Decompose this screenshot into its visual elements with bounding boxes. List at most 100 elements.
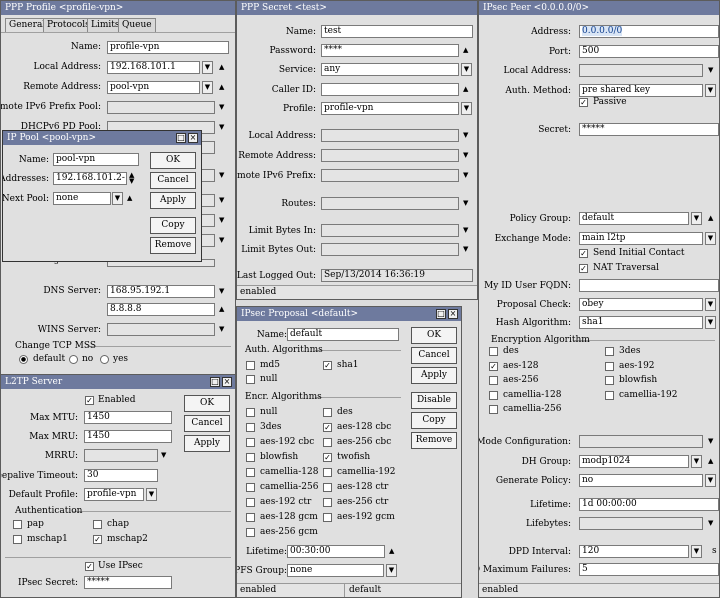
pool-addresses-field[interactable]: 192.168.101.2-192 bbox=[53, 172, 127, 185]
tab-queue[interactable]: Queue bbox=[118, 18, 156, 32]
local-address-dropdown[interactable]: ▼ bbox=[202, 61, 213, 74]
proposal-remove-button[interactable]: Remove bbox=[411, 432, 457, 449]
wins-server-expand-icon[interactable]: ▼ bbox=[219, 323, 224, 336]
filter-expand-icon-2[interactable]: ▼ bbox=[219, 194, 224, 207]
filter-field-4[interactable] bbox=[201, 234, 215, 247]
remote-address-dropdown[interactable]: ▼ bbox=[202, 81, 213, 94]
encr-camellia-192-checkbox[interactable] bbox=[323, 468, 332, 477]
password-field[interactable]: **** bbox=[321, 44, 459, 57]
close-icon[interactable]: × bbox=[222, 377, 232, 387]
mss-no-radio[interactable] bbox=[69, 355, 78, 364]
pool-remove-button[interactable]: Remove bbox=[150, 237, 196, 254]
caller-id-field[interactable] bbox=[321, 83, 459, 96]
peer-lifetime-field[interactable]: 1d 00:00:00 bbox=[579, 498, 719, 511]
encr-des-checkbox[interactable] bbox=[323, 408, 332, 417]
proposal-disable-button[interactable]: Disable bbox=[411, 392, 457, 409]
proposal-check-field[interactable]: obey bbox=[579, 298, 703, 311]
policy-group-field[interactable]: default bbox=[579, 212, 689, 225]
peer-enc-camellia-128-checkbox[interactable] bbox=[489, 390, 498, 400]
dpd-max-failures-field[interactable]: 5 bbox=[579, 563, 719, 576]
send-initial-contact-checkbox[interactable]: ✓ bbox=[579, 249, 588, 258]
pap-checkbox[interactable] bbox=[13, 520, 22, 529]
keepalive-field[interactable]: 30 bbox=[84, 469, 158, 482]
mrru-field[interactable] bbox=[84, 449, 158, 462]
limit-bytes-out-expand-icon[interactable]: ▼ bbox=[463, 243, 468, 256]
encr-aes-256-cbc-checkbox[interactable] bbox=[323, 438, 332, 447]
peer-enc-camellia-256-checkbox[interactable] bbox=[489, 405, 498, 414]
encr-aes-192-gcm-checkbox[interactable] bbox=[323, 513, 332, 522]
mss-default-radio[interactable]: ● bbox=[19, 355, 28, 364]
nat-traversal-checkbox[interactable]: ✓ bbox=[579, 264, 588, 273]
peer-enc-camellia-192-checkbox[interactable] bbox=[605, 390, 614, 400]
peer-local-address-expand-icon[interactable]: ▼ bbox=[708, 64, 713, 77]
my-id-user-fqdn-field[interactable] bbox=[579, 279, 719, 292]
encr-3des-checkbox[interactable] bbox=[246, 423, 255, 432]
dpd-interval-dropdown[interactable]: ▼ bbox=[691, 545, 702, 558]
policy-group-collapse-icon[interactable]: ▲ bbox=[708, 212, 713, 225]
generate-policy-dropdown[interactable]: ▼ bbox=[705, 474, 716, 487]
encr-aes-128-cbc-checkbox[interactable]: ✓ bbox=[323, 423, 332, 432]
policy-group-dropdown[interactable]: ▼ bbox=[691, 212, 702, 225]
proposal-lifetime-collapse-icon[interactable]: ▲ bbox=[389, 545, 394, 558]
default-profile-dropdown[interactable]: ▼ bbox=[146, 488, 157, 501]
max-mru-field[interactable]: 1450 bbox=[84, 430, 172, 443]
filter-expand-icon-3[interactable]: ▼ bbox=[219, 214, 224, 227]
auth-method-field[interactable]: pre shared key bbox=[579, 84, 703, 97]
encr-aes-128-gcm-checkbox[interactable] bbox=[246, 513, 255, 522]
peer-enc-aes-256-checkbox[interactable] bbox=[489, 376, 498, 385]
dh-group-field[interactable]: modp1024 bbox=[579, 455, 689, 468]
ipv6-pool-expand-icon[interactable]: ▼ bbox=[219, 101, 224, 114]
peer-port-field[interactable]: 500 bbox=[579, 45, 719, 58]
profile-dropdown[interactable]: ▼ bbox=[461, 102, 472, 115]
dh-group-dropdown[interactable]: ▼ bbox=[691, 455, 702, 468]
proposal-cancel-button[interactable]: Cancel bbox=[411, 347, 457, 364]
dns-server-1-field[interactable]: 168.95.192.1 bbox=[107, 285, 215, 298]
mrru-expand-icon[interactable]: ▼ bbox=[161, 449, 166, 462]
encr-null-checkbox[interactable] bbox=[246, 408, 255, 417]
proposal-name-field[interactable]: default bbox=[287, 328, 399, 341]
max-mtu-field[interactable]: 1450 bbox=[84, 411, 172, 424]
next-pool-collapse-icon[interactable]: ▲ bbox=[127, 192, 132, 205]
sha1-checkbox[interactable]: ✓ bbox=[323, 361, 332, 370]
secret-local-address-field[interactable] bbox=[321, 129, 459, 142]
lifebytes-field[interactable] bbox=[579, 517, 703, 530]
limit-bytes-in-expand-icon[interactable]: ▼ bbox=[463, 224, 468, 237]
mschap2-checkbox[interactable]: ✓ bbox=[93, 535, 102, 544]
encr-camellia-128-checkbox[interactable] bbox=[246, 468, 255, 477]
peer-enc-aes-192-checkbox[interactable] bbox=[605, 361, 614, 371]
routes-expand-icon[interactable]: ▼ bbox=[463, 197, 468, 210]
peer-enc-des-checkbox[interactable] bbox=[489, 347, 498, 356]
local-address-field[interactable]: 192.168.101.1 bbox=[107, 61, 200, 74]
local-address-collapse-icon[interactable]: ▲ bbox=[219, 61, 224, 74]
proposal-check-dropdown[interactable]: ▼ bbox=[705, 298, 716, 311]
exchange-mode-dropdown[interactable]: ▼ bbox=[705, 232, 716, 245]
dpd-interval-field[interactable]: 120 bbox=[579, 545, 689, 558]
encr-aes-192-cbc-checkbox[interactable] bbox=[246, 438, 255, 447]
chap-checkbox[interactable] bbox=[93, 520, 102, 529]
pool-cancel-button[interactable]: Cancel bbox=[150, 172, 196, 189]
secret-name-field[interactable]: test bbox=[321, 25, 473, 38]
l2tp-apply-button[interactable]: Apply bbox=[184, 435, 230, 452]
passive-checkbox[interactable]: ✓ bbox=[579, 98, 588, 107]
ipv6-pool-field[interactable] bbox=[107, 101, 215, 114]
dh-group-collapse-icon[interactable]: ▲ bbox=[708, 455, 713, 468]
l2tp-cancel-button[interactable]: Cancel bbox=[184, 415, 230, 432]
filter-field-1[interactable] bbox=[201, 169, 215, 182]
profile-field[interactable]: profile-vpn bbox=[321, 102, 459, 115]
dns-server-collapse-icon[interactable]: ▼ bbox=[219, 285, 224, 298]
null-auth-checkbox[interactable] bbox=[246, 375, 255, 384]
mss-yes-radio[interactable] bbox=[100, 355, 109, 364]
filter-field-3[interactable] bbox=[201, 214, 215, 227]
close-icon[interactable]: × bbox=[188, 133, 198, 143]
service-field[interactable]: any bbox=[321, 63, 459, 76]
mschap1-checkbox[interactable] bbox=[13, 535, 22, 544]
filter-expand-icon-1[interactable]: ▼ bbox=[219, 169, 224, 182]
default-profile-field[interactable]: profile-vpn bbox=[84, 488, 144, 501]
encr-twofish-checkbox[interactable]: ✓ bbox=[323, 453, 332, 462]
remote-address-collapse-icon[interactable]: ▲ bbox=[219, 81, 224, 94]
encr-aes-256-ctr-checkbox[interactable] bbox=[323, 498, 332, 507]
mode-configuration-expand-icon[interactable]: ▼ bbox=[708, 435, 713, 448]
encr-blowfish-checkbox[interactable] bbox=[246, 453, 255, 462]
remote-ipv6-prefix-expand-icon[interactable]: ▼ bbox=[463, 169, 468, 182]
hash-algorithm-field[interactable]: sha1 bbox=[579, 316, 703, 329]
